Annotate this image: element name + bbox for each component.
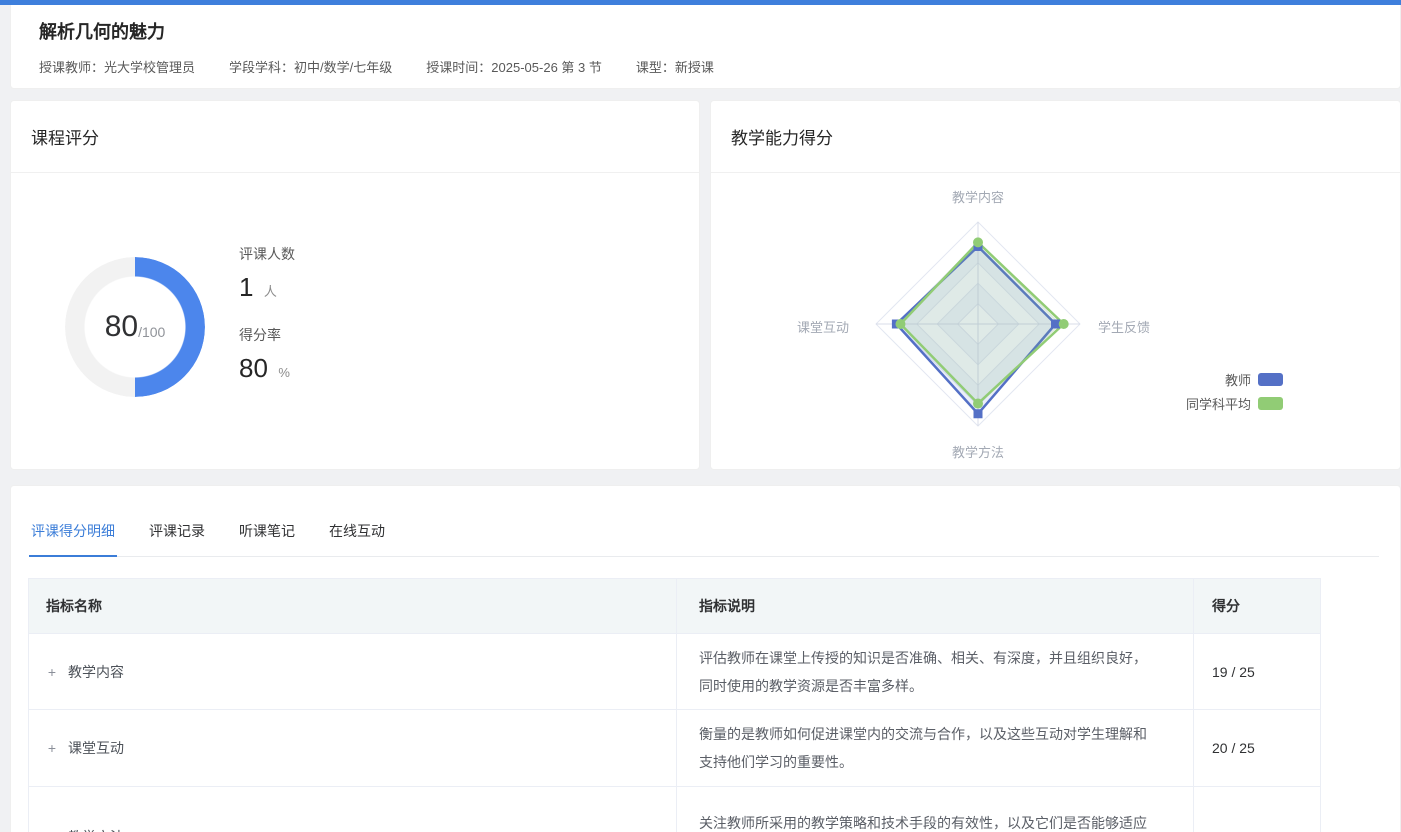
reviewer-count-unit: 人 [264,284,277,299]
column-header-score: 得分 [1194,579,1320,633]
legend-label-teacher: 教师 [1225,370,1251,389]
meta-subject: 学段学科：初中/数学/七年级 [229,57,392,76]
score-stats: 评课人数 1 人 得分率 80 % [239,244,295,406]
radar-axis-label-method: 教学方法 [711,442,1245,461]
radar-axis-label-content: 教学内容 [711,187,1245,206]
tab-bar: 评课得分明细 评课记录 听课笔记 在线互动 [29,512,1379,557]
indicator-score: 22 / 25 [1212,829,1255,832]
score-rate-label: 得分率 [239,325,295,345]
teaching-ability-card: 教学能力得分 教学内容 学生反馈 教学方法 课堂互动 教师 同学科平均 [710,100,1401,470]
score-detail-table: 指标名称 指标说明 得分 + 教学内容 评估教师在课堂上传授的知识是否准确、相关… [28,578,1321,832]
legend-item-subject-average[interactable]: 同学科平均 [1051,395,1283,412]
teaching-ability-title: 教学能力得分 [731,124,833,149]
reviewer-count-label: 评课人数 [239,244,295,264]
meta-course-type: 课型：新授课 [636,57,714,76]
indicator-name: 教学方法 [68,827,124,832]
meta-time: 授课时间：2025-05-26 第 3 节 [426,57,602,76]
column-header-indicator-desc: 指标说明 [677,579,1194,633]
reviewer-count-value-row: 1 人 [239,272,295,303]
radar-axis-label-feedback: 学生反馈 [1098,317,1150,336]
expand-row-icon[interactable]: + [46,829,58,832]
evaluation-detail-card: 评课得分明细 评课记录 听课笔记 在线互动 指标名称 指标说明 得分 + 教学内… [10,485,1401,832]
teaching-ability-card-header: 教学能力得分 [711,101,1400,173]
score-rate-unit: % [278,365,290,380]
indicator-name-cell: + 教学内容 [29,634,677,709]
legend-swatch-teacher [1258,373,1283,386]
radar-axis-label-interaction: 课堂互动 [711,317,849,336]
indicator-name: 教学内容 [68,662,124,682]
score-value: 80 [105,310,138,344]
indicator-name-cell: + 教学方法 [29,787,677,832]
indicator-name: 课堂互动 [68,738,124,758]
course-score-title: 课程评分 [31,124,99,149]
tab-score-detail[interactable]: 评课得分明细 [29,512,117,557]
legend-swatch-subject-average [1258,397,1283,410]
expand-row-icon[interactable]: + [46,664,58,680]
tab-review-records[interactable]: 评课记录 [147,512,207,556]
legend-item-teacher[interactable]: 教师 [1051,371,1283,388]
score-denominator: /100 [138,324,165,340]
course-header-card: 解析几何的魅力 授课教师：光大学校管理员 学段学科：初中/数学/七年级 授课时间… [10,5,1401,89]
reviewer-count-value: 1 [239,272,253,302]
legend-label-subject-average: 同学科平均 [1186,394,1251,413]
radar-legend: 教师 同学科平均 [1051,371,1283,419]
indicator-score: 19 / 25 [1212,664,1255,680]
table-row: + 教学内容 评估教师在课堂上传授的知识是否准确、相关、有深度，并且组织良好，同… [29,634,1320,710]
course-meta-row: 授课教师：光大学校管理员 学段学科：初中/数学/七年级 授课时间：2025-05… [39,57,714,76]
indicator-name-cell: + 课堂互动 [29,710,677,786]
tab-online-interaction[interactable]: 在线互动 [327,512,387,556]
indicator-score: 20 / 25 [1212,740,1255,756]
expand-row-icon[interactable]: + [46,740,58,756]
score-gauge-chart: 80 /100 [65,257,205,397]
course-score-card-header: 课程评分 [11,101,699,173]
indicator-description: 衡量的是教师如何促进课堂内的交流与合作，以及这些互动对学生理解和支持他们学习的重… [699,720,1153,776]
indicator-description: 评估教师在课堂上传授的知识是否准确、相关、有深度，并且组织良好，同时使用的教学资… [699,644,1153,700]
meta-teacher: 授课教师：光大学校管理员 [39,57,195,76]
tab-listening-notes[interactable]: 听课笔记 [237,512,297,556]
score-rate-value: 80 [239,353,268,383]
page-title: 解析几何的魅力 [39,18,165,44]
column-header-indicator-name: 指标名称 [29,579,677,633]
table-row: + 教学方法 关注教师所采用的教学策略和技术手段的有效性，以及它们是否能够适应不… [29,787,1320,832]
table-header-row: 指标名称 指标说明 得分 [29,579,1320,634]
score-gauge-label: 80 /100 [65,257,205,397]
table-row: + 课堂互动 衡量的是教师如何促进课堂内的交流与合作，以及这些互动对学生理解和支… [29,710,1320,787]
indicator-description: 关注教师所采用的教学策略和技术手段的有效性，以及它们是否能够适应不同的学习风格和… [699,809,1153,832]
course-score-card: 课程评分 80 /100 评课人数 1 人 得分率 80 % [10,100,700,470]
radar-chart-area: 教学内容 学生反馈 教学方法 课堂互动 教师 同学科平均 [711,173,1401,471]
score-rate-value-row: 80 % [239,353,295,384]
